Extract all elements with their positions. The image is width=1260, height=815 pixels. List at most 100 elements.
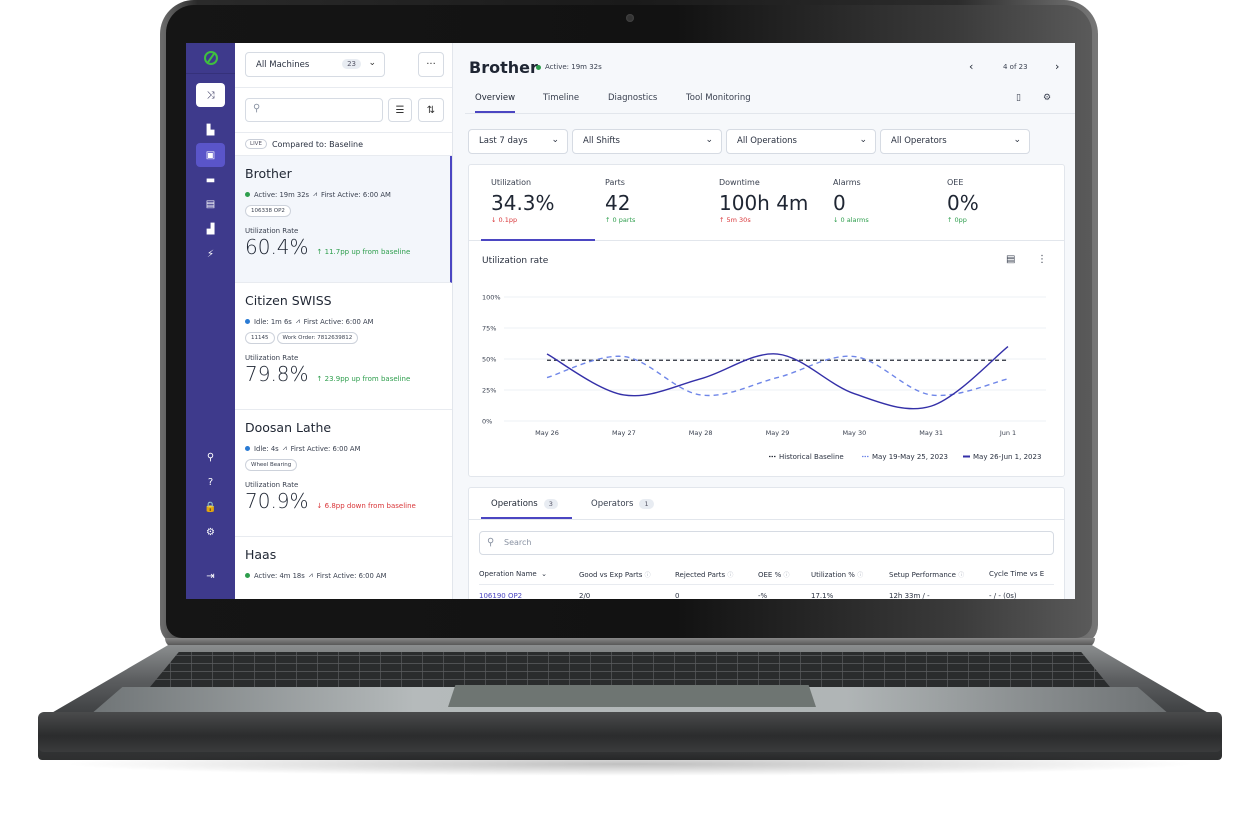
list-header: All Machines 23 ⌄ ···	[235, 43, 452, 88]
rail-lock-button[interactable]: 🔒	[196, 495, 225, 519]
column-header[interactable]: Operation Name ⌄	[479, 570, 547, 578]
kpi-value: 100h 4m	[719, 191, 809, 215]
rail-search-button[interactable]: ⚲	[196, 445, 225, 469]
machine-tags: 106338 OP2	[245, 205, 440, 217]
sort-button[interactable]: ⇅	[418, 98, 444, 122]
shift-select[interactable]: All Shifts ⌄	[572, 129, 722, 154]
tab-tool-monitoring[interactable]: Tool Monitoring	[686, 93, 751, 111]
live-badge: LIVE	[245, 139, 267, 149]
kpi-chart-card: Utilization 34.3% ↓ 0.1pp Parts 42 ↑ 0 p…	[468, 164, 1065, 477]
y-tick-label: 25%	[482, 387, 496, 395]
column-label: OEE %	[758, 571, 782, 579]
kpi-oee[interactable]: OEE 0% ↑ 0pp	[947, 165, 1047, 241]
machine-card[interactable]: Brother Active: 19m 32s ⩘ First Active: …	[235, 156, 452, 283]
machine-tag: Wheel Bearing	[245, 459, 298, 471]
utilization-value: 60.4%	[245, 235, 309, 259]
machine-group-select[interactable]: All Machines 23 ⌄	[245, 52, 385, 77]
kpi-value: 34.3%	[491, 191, 555, 215]
settings-icon: ⚙	[206, 526, 215, 538]
more-options-button[interactable]: ···	[418, 52, 444, 77]
column-header[interactable]: Utilization % ⓘ	[811, 570, 863, 579]
laptop-mockup: ⤨ ▙ ▣ ▬ ▤ ▟ ⚡ ⚲ ? 🔒 ⚙ ⇥ All Machines 23 …	[0, 0, 1260, 815]
operation-link[interactable]: 106190 OP2	[479, 592, 522, 599]
keyboard-rows	[150, 652, 1110, 687]
more-vertical-icon: ⋮	[1037, 254, 1047, 265]
tab-overview[interactable]: Overview	[475, 93, 516, 113]
rail-calendar-button[interactable]: ▬	[196, 168, 225, 192]
y-tick-label: 100%	[482, 294, 501, 302]
count-badge: 3	[543, 499, 558, 509]
chevron-down-icon: ⌄	[368, 58, 376, 68]
operator-select[interactable]: All Operators ⌄	[880, 129, 1030, 154]
table-icon: ▤	[1006, 254, 1016, 265]
machine-card[interactable]: Doosan Lathe Idle: 4s ⩘ First Active: 6:…	[235, 410, 452, 537]
first-active: First Active: 6:00 AM	[316, 571, 387, 580]
machine-status-row: Idle: 4s ⩘ First Active: 6:00 AM	[245, 444, 442, 453]
column-header[interactable]: Rejected Parts ⓘ	[675, 570, 733, 579]
column-header[interactable]: Setup Performance ⓘ	[889, 570, 964, 579]
kpi-row: Utilization 34.3% ↓ 0.1pp Parts 42 ↑ 0 p…	[469, 165, 1064, 241]
rail-logout-button[interactable]: ⇥	[196, 564, 225, 588]
rail-settings-button[interactable]: ⚙	[196, 520, 225, 544]
filter-button[interactable]: ☰	[388, 98, 412, 122]
logout-icon: ⇥	[206, 570, 215, 582]
tablet-view-button[interactable]: ▯	[1016, 93, 1021, 103]
rail-analytics-button[interactable]: ▟	[196, 217, 225, 241]
x-tick-label: May 29	[766, 429, 790, 437]
kpi-change: ↑ 0pp	[947, 216, 967, 224]
status-dot	[245, 319, 250, 324]
detail-tabs: Overview Timeline Diagnostics Tool Monit…	[465, 87, 1075, 114]
utilization-delta: ↑ 23.9pp up from baseline	[316, 375, 411, 383]
column-label: Setup Performance	[889, 571, 956, 579]
rail-machines-button[interactable]: ▣	[196, 143, 225, 167]
search-icon: ⚲	[206, 451, 215, 463]
laptop-front-edge	[38, 712, 1222, 752]
y-tick-label: 75%	[482, 325, 496, 333]
info-icon: ⓘ	[958, 572, 965, 579]
kpi-downtime[interactable]: Downtime 100h 4m ↑ 5m 30s	[719, 165, 829, 241]
utilization-row: 70.9% ↓ 6.8pp down from baseline	[245, 489, 442, 513]
operations-search-input[interactable]: ⚲ Search	[479, 531, 1054, 555]
settings-button[interactable]: ⚙	[1043, 93, 1051, 103]
table-header-divider	[479, 584, 1054, 585]
tab-operators[interactable]: Operators 1	[591, 499, 654, 517]
chevron-left-icon: ‹	[969, 60, 974, 73]
kpi-alarms[interactable]: Alarms 0 ↓ 0 alarms	[833, 165, 933, 241]
column-header[interactable]: OEE % ⓘ	[758, 570, 789, 579]
search-placeholder: Search	[504, 538, 532, 547]
app-screen: ⤨ ▙ ▣ ▬ ▤ ▟ ⚡ ⚲ ? 🔒 ⚙ ⇥ All Machines 23 …	[186, 43, 1075, 599]
rail-factory-button[interactable]: ▙	[196, 118, 225, 142]
rail-help-button[interactable]: ?	[196, 470, 225, 494]
tab-operations[interactable]: Operations 3	[481, 499, 572, 519]
column-header[interactable]: Cycle Time vs E	[989, 570, 1044, 578]
column-header[interactable]: Good vs Exp Parts ⓘ	[579, 570, 651, 579]
chart-more-button[interactable]: ⋮	[1037, 254, 1047, 265]
machine-name: Citizen SWISS	[245, 293, 332, 308]
machine-card[interactable]: Citizen SWISS Idle: 1m 6s ⩘ First Active…	[235, 283, 452, 410]
rail-alerts-button[interactable]: ⚡	[196, 242, 225, 266]
kpi-utilization[interactable]: Utilization 34.3% ↓ 0.1pp	[481, 165, 595, 241]
kpi-label: Utilization	[491, 178, 532, 187]
machine-search-input[interactable]: ⚲	[245, 98, 383, 122]
first-active: First Active: 6:00 AM	[290, 444, 361, 453]
table-view-button[interactable]: ▤	[1006, 254, 1015, 265]
date-range-select[interactable]: Last 7 days ⌄	[468, 129, 568, 154]
machine-name: Brother	[245, 166, 292, 181]
next-machine-button[interactable]: ›	[1055, 60, 1059, 73]
first-active: First Active: 6:00 AM	[303, 317, 374, 326]
kpi-label: Downtime	[719, 178, 760, 187]
previous-machine-button[interactable]: ‹	[969, 60, 973, 73]
kpi-parts[interactable]: Parts 42 ↑ 0 parts	[605, 165, 705, 241]
calendar-icon: ▬	[205, 174, 216, 186]
rail-shuffle-button[interactable]: ⤨	[196, 83, 225, 107]
column-label: Rejected Parts	[675, 571, 726, 579]
laptop-shadow	[60, 752, 1200, 776]
tab-diagnostics[interactable]: Diagnostics	[608, 93, 657, 111]
tab-timeline[interactable]: Timeline	[543, 93, 579, 111]
machine-card[interactable]: Haas Active: 4m 18s ⩘ First Active: 6:00…	[235, 537, 452, 599]
rail-reports-button[interactable]: ▤	[196, 192, 225, 216]
status-dot	[245, 446, 250, 451]
operation-select[interactable]: All Operations ⌄	[726, 129, 876, 154]
machine-status: Idle: 4s	[254, 444, 279, 453]
machine-cards: Brother Active: 19m 32s ⩘ First Active: …	[235, 156, 452, 599]
